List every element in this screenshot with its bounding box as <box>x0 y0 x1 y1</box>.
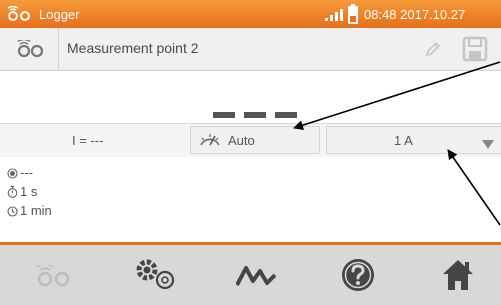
app-title: Logger <box>39 7 80 22</box>
signal-icon <box>325 8 343 26</box>
stopwatch-icon <box>7 185 18 201</box>
help-icon <box>342 259 374 291</box>
measurement-point-bar: Measurement point 2 <box>0 28 501 71</box>
dropdown-arrow-icon <box>482 136 494 154</box>
range-mode-button[interactable]: Auto <box>190 126 320 154</box>
clock-icon <box>7 205 18 220</box>
range-select[interactable]: 1 A <box>326 126 501 154</box>
logger-icon <box>6 5 34 27</box>
range-mode-label: Auto <box>228 133 255 148</box>
interval-value: 1 s <box>20 184 38 199</box>
nav-home-button[interactable] <box>400 245 490 305</box>
nav-help-button[interactable] <box>300 245 390 305</box>
status-bar: Logger 08:48 2017.10.27 <box>0 0 501 28</box>
current-label: I = --- <box>72 133 104 148</box>
auto-range-icon <box>198 131 222 154</box>
settings-row: I = --- Auto 1 A <box>0 123 501 159</box>
range-value: 1 A <box>394 133 413 148</box>
point-icon-button[interactable] <box>0 28 59 70</box>
nav-waveform-button[interactable] <box>200 245 290 305</box>
save-icon[interactable] <box>462 36 488 67</box>
nav-settings-button[interactable] <box>110 245 200 305</box>
settings-icon <box>136 259 175 290</box>
logger-icon <box>16 38 46 63</box>
nav-logger-button[interactable] <box>10 245 100 305</box>
bottom-nav <box>0 242 501 305</box>
battery-icon <box>348 4 358 29</box>
mode-value: --- <box>20 165 33 180</box>
duration-value: 1 min <box>20 203 52 218</box>
edit-icon[interactable] <box>424 40 442 63</box>
reading-area <box>0 71 501 123</box>
home-icon <box>443 260 473 290</box>
measurement-point-name[interactable]: Measurement point 2 <box>67 40 199 56</box>
logger-icon <box>36 265 70 287</box>
datetime: 08:48 2017.10.27 <box>364 7 466 22</box>
waveform-icon <box>236 266 276 286</box>
mode-dot-icon <box>7 167 18 182</box>
